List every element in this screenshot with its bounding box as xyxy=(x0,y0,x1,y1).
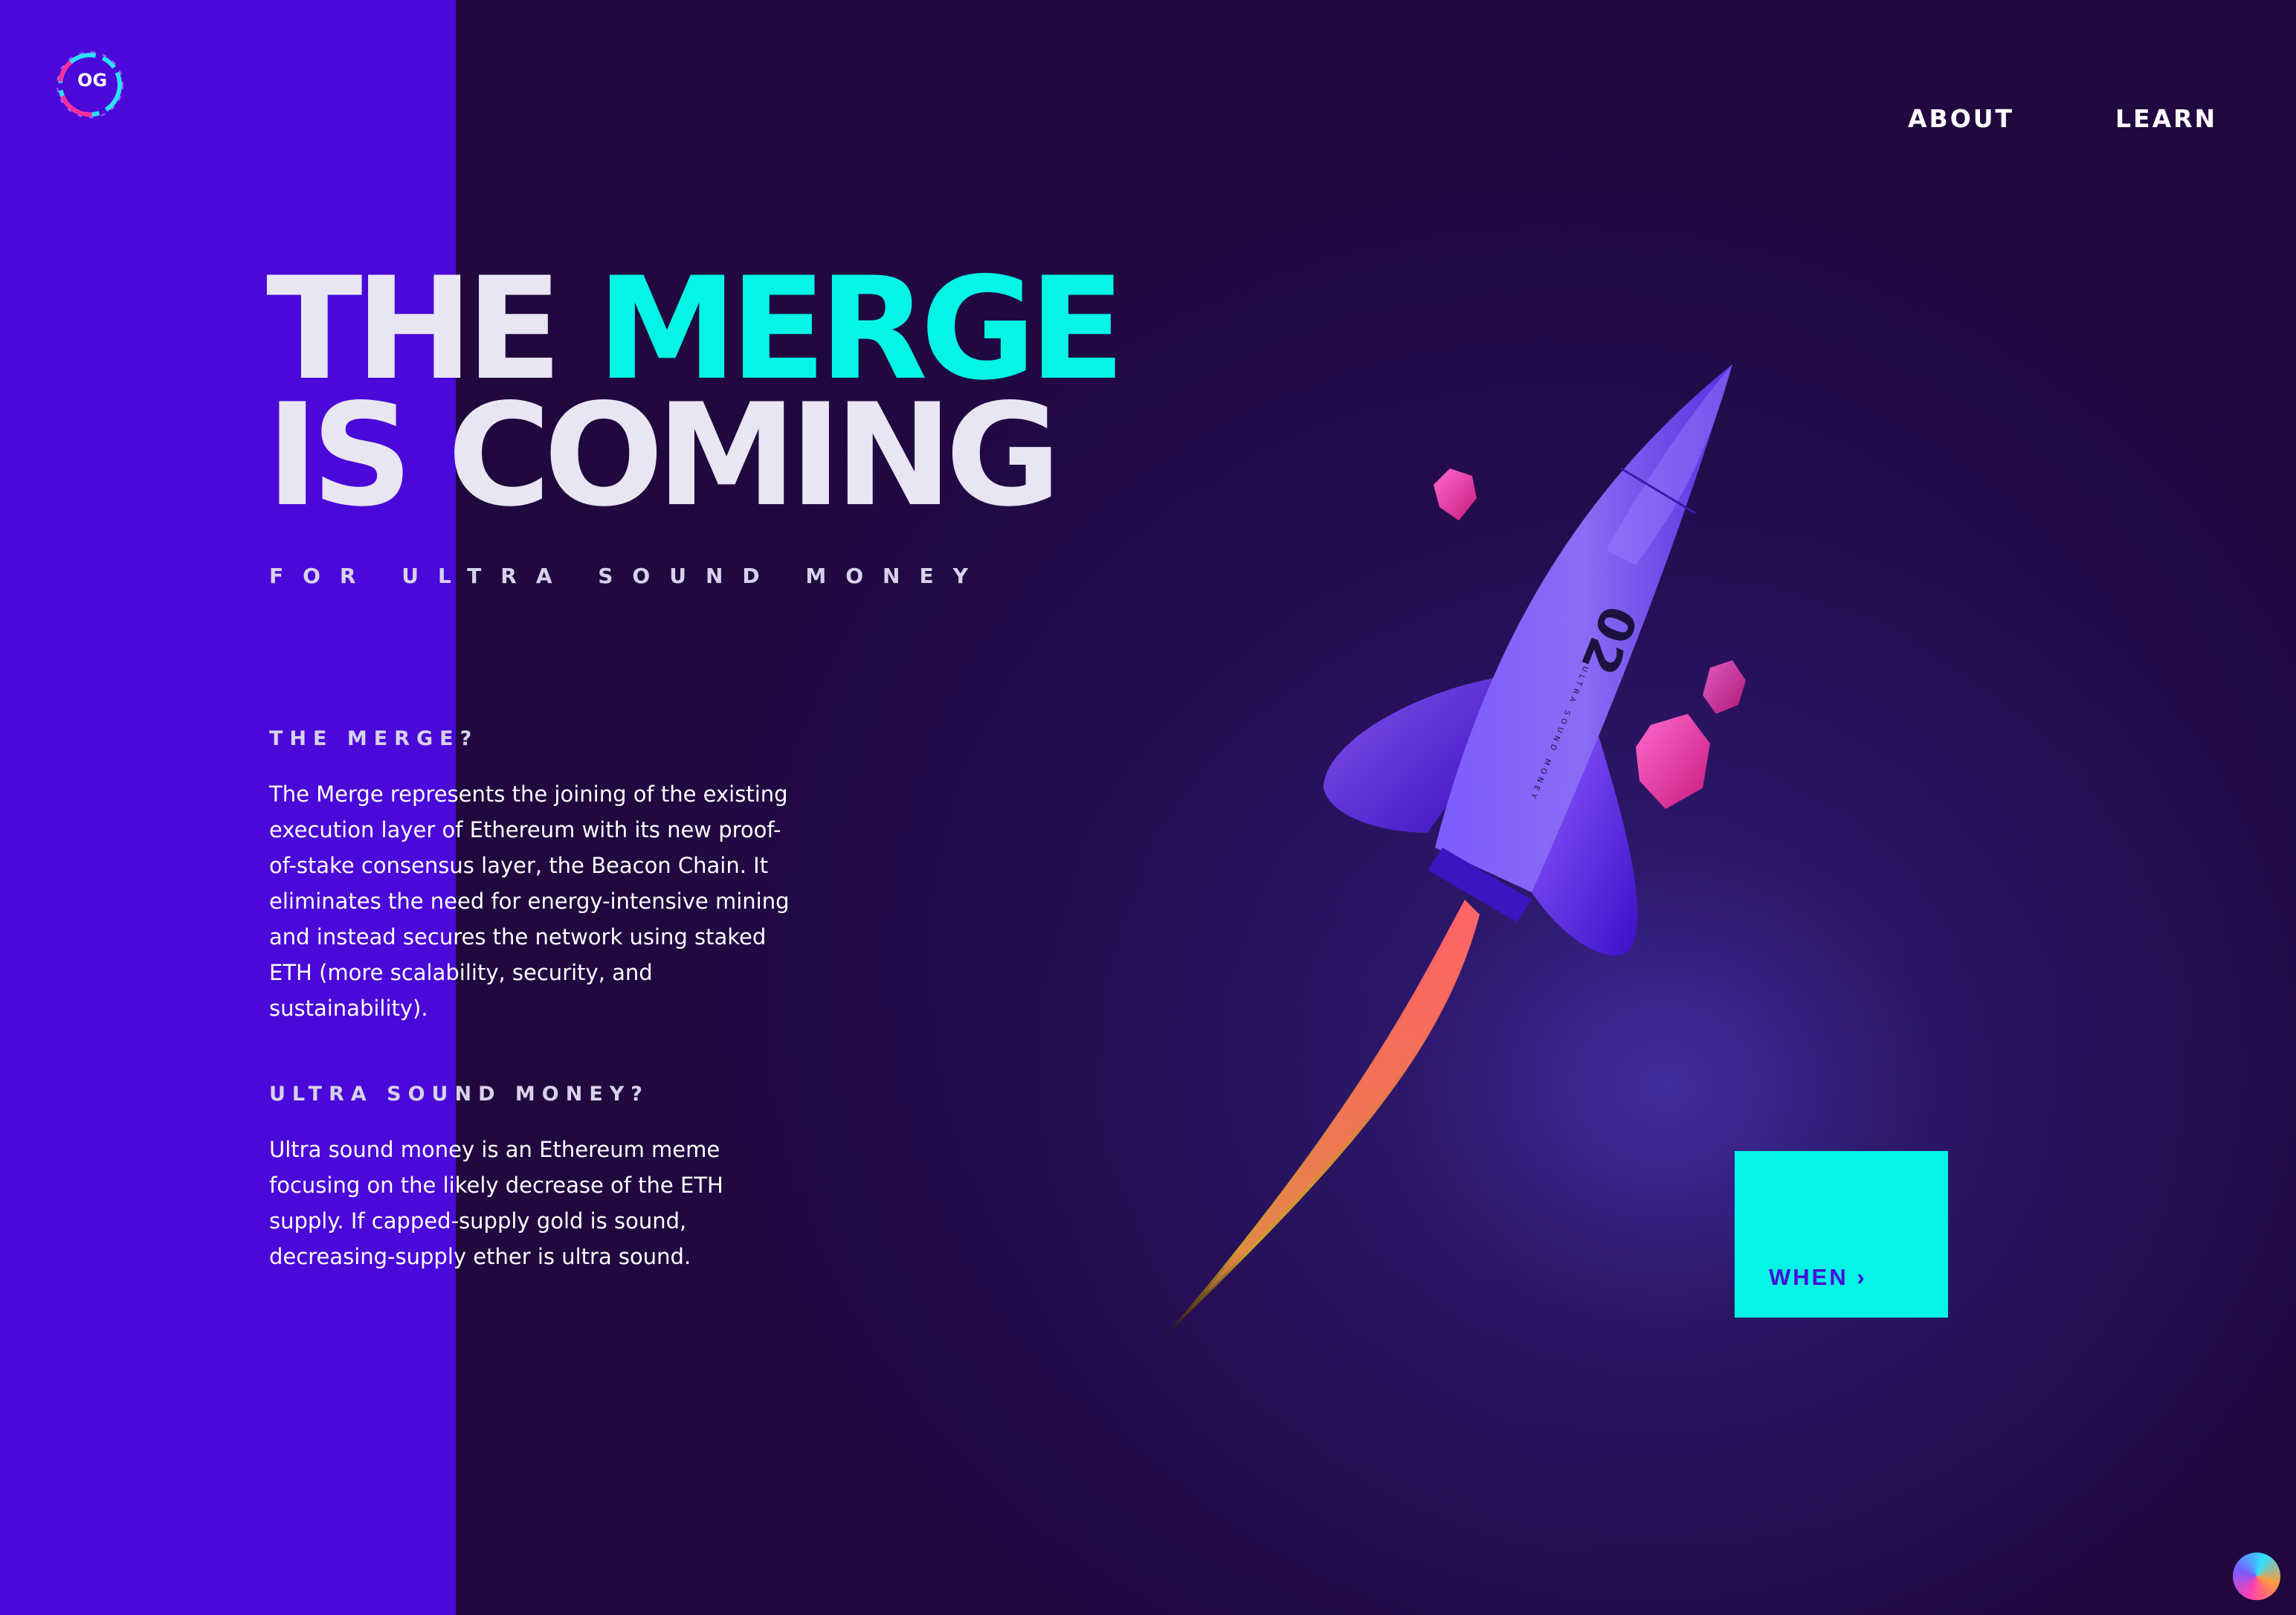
section-title-merge: THE MERGE? xyxy=(269,727,479,750)
nav-about-link[interactable]: ABOUT xyxy=(1908,104,2014,133)
when-button[interactable]: WHEN › xyxy=(1735,1151,1948,1318)
gem-small-icon xyxy=(1434,468,1477,520)
gem-large-icon xyxy=(1636,714,1710,809)
logo-text: OG xyxy=(77,70,107,91)
hero-subtitle: FOR ULTRA SOUND MONEY xyxy=(269,564,987,588)
section-title-ultra-sound: ULTRA SOUND MONEY? xyxy=(269,1083,649,1106)
gem-medium-icon xyxy=(1703,660,1746,714)
when-button-label: WHEN › xyxy=(1769,1264,1867,1290)
section-body-merge: The Merge represents the joining of the … xyxy=(269,781,790,1021)
rocket-flame xyxy=(1163,900,1480,1338)
hero-headline: THE MERGE IS COMING xyxy=(266,259,1125,526)
og-logo-icon[interactable]: OG xyxy=(49,43,131,126)
headline-is-coming: IS COMING xyxy=(266,373,1061,538)
section-body-ultra-sound: Ultra sound money is an Ethereum meme fo… xyxy=(269,1137,723,1269)
nav-learn-link[interactable]: LEARN xyxy=(2115,104,2217,133)
color-orb-icon[interactable] xyxy=(2233,1553,2280,1600)
